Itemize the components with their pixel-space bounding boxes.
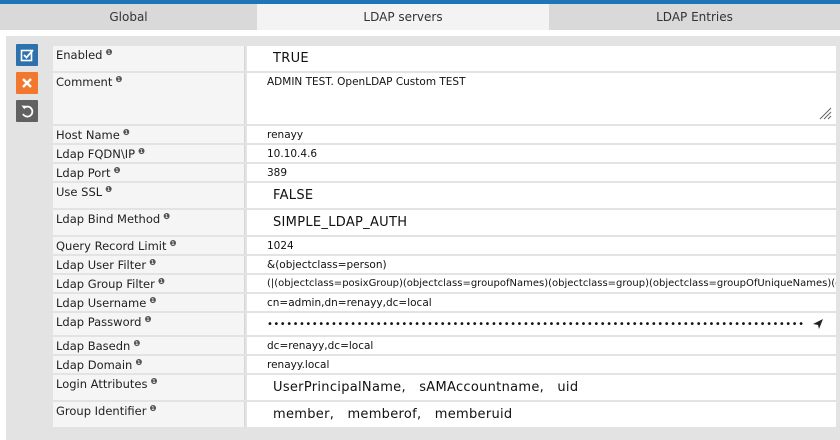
comment-value: ADMIN TEST. OpenLDAP Custom TEST [267,76,466,88]
row-group-identifier: Group Identifier ❶ member, memberof, memb… [53,402,836,429]
label-use-ssl: Use SSL [56,185,103,199]
tab-global[interactable]: Global [0,4,257,30]
label-group-identifier: Group Identifier [56,404,147,418]
row-domain: Ldap Domain ❶ renayy.local [53,356,836,375]
group-identifier-value[interactable]: member, memberof, memberuid [247,402,836,427]
label-fqdn: Ldap FQDN\IP [56,147,136,161]
row-user-filter: Ldap User Filter ❶ &(objectclass=person) [53,256,836,275]
info-icon[interactable]: ❶ [158,277,165,286]
label-query-limit: Query Record Limit [56,239,167,253]
enabled-value[interactable]: TRUE [247,46,836,71]
label-username: Ldap Username [56,296,147,310]
info-icon[interactable]: ❶ [123,128,130,137]
row-query-limit: Query Record Limit ❶ 1024 [53,237,836,256]
user-filter-field[interactable]: &(objectclass=person) [247,256,836,273]
row-port: Ldap Port ❶ 389 [53,164,836,183]
info-icon[interactable]: ❶ [150,377,157,386]
tab-ldap-servers[interactable]: LDAP servers [257,4,549,30]
label-port: Ldap Port [56,166,111,180]
info-icon[interactable]: ❶ [114,166,121,175]
info-icon[interactable]: ❶ [135,358,142,367]
info-icon[interactable]: ❶ [149,258,156,267]
cancel-button[interactable] [16,72,38,94]
info-icon[interactable]: ❶ [149,296,156,305]
label-password: Ldap Password [56,315,142,329]
fqdn-field[interactable]: 10.10.4.6 [247,145,836,162]
bind-method-value[interactable]: SIMPLE_LDAP_AUTH [247,210,836,235]
use-ssl-value[interactable]: FALSE [247,183,836,208]
row-group-filter: Ldap Group Filter ❶ (|(objectclass=posixG… [53,275,836,294]
query-limit-field[interactable]: 1024 [247,237,836,254]
info-icon[interactable]: ❶ [144,315,151,324]
label-enabled: Enabled [56,48,103,62]
row-password: Ldap Password ❶ •••••••••••••••••••••••••… [53,313,836,337]
label-bind-method: Ldap Bind Method [56,212,161,226]
info-icon[interactable]: ❶ [170,239,177,248]
info-icon[interactable]: ❶ [105,48,112,57]
info-icon[interactable]: ❶ [163,212,170,221]
group-filter-field[interactable]: (|(objectclass=posixGroup)(objectclass=g… [247,275,836,292]
info-icon[interactable]: ❶ [138,147,145,156]
username-field[interactable]: cn=admin,dn=renayy,dc=local [247,294,836,311]
row-fqdn: Ldap FQDN\IP ❶ 10.10.4.6 [53,145,836,164]
row-enabled: Enabled ❶ TRUE [53,46,836,73]
row-use-ssl: Use SSL ❶ FALSE [53,183,836,210]
checkbox-check-icon [20,49,34,62]
comment-textarea[interactable]: ADMIN TEST. OpenLDAP Custom TEST [247,73,836,124]
info-icon[interactable]: ❶ [105,185,112,194]
send-icon[interactable] [812,318,824,330]
tab-bar: Global LDAP servers LDAP Entries [0,4,840,30]
info-icon[interactable]: ❶ [133,339,140,348]
row-login-attributes: Login Attributes ❶ UserPrincipalName, sAM… [53,375,836,402]
label-host-name: Host Name [56,128,120,142]
undo-icon [21,105,34,118]
row-basedn: Ldap Basedn ❶ dc=renayy,dc=local [53,337,836,356]
close-icon [22,78,32,88]
ldap-server-form: Enabled ❶ TRUE Comment ❶ ADMIN TEST. OpenL… [53,46,836,429]
row-host-name: Host Name ❶ renayy [53,126,836,145]
password-value: ••••••••••••••••••••••••••••••••••••••••… [267,318,805,330]
label-group-filter: Ldap Group Filter [56,277,155,291]
port-field[interactable]: 389 [247,164,836,181]
basedn-field[interactable]: dc=renayy,dc=local [247,337,836,354]
info-icon[interactable]: ❶ [115,75,122,84]
action-toolbar [16,44,38,128]
domain-field[interactable]: renayy.local [247,356,836,373]
login-attributes-value[interactable]: UserPrincipalName, sAMAccountname, uid [247,375,836,400]
tab-ldap-entries[interactable]: LDAP Entries [549,4,840,30]
save-button[interactable] [16,44,38,66]
host-name-field[interactable]: renayy [247,126,836,143]
row-bind-method: Ldap Bind Method ❶ SIMPLE_LDAP_AUTH [53,210,836,237]
label-domain: Ldap Domain [56,358,133,372]
password-field[interactable]: ••••••••••••••••••••••••••••••••••••••••… [247,313,836,335]
label-comment: Comment [56,75,113,89]
resize-grip-icon[interactable] [818,106,832,120]
label-user-filter: Ldap User Filter [56,258,147,272]
label-basedn: Ldap Basedn [56,339,131,353]
row-username: Ldap Username ❶ cn=admin,dn=renayy,dc=loc… [53,294,836,313]
reset-button[interactable] [16,100,38,122]
label-login-attributes: Login Attributes [56,377,148,391]
info-icon[interactable]: ❶ [149,404,156,413]
row-comment: Comment ❶ ADMIN TEST. OpenLDAP Custom TES… [53,73,836,126]
